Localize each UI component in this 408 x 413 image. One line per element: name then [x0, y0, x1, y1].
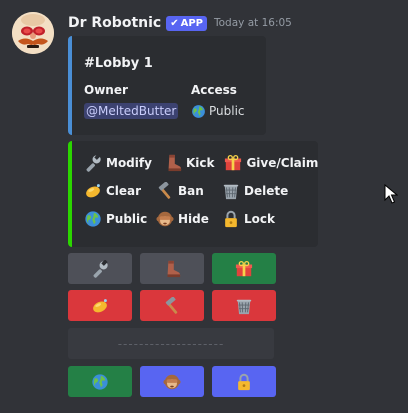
- app-badge: ✔ APP: [166, 15, 207, 31]
- app-badge-label: APP: [180, 17, 203, 29]
- hammer-icon: [163, 297, 181, 315]
- action-lock: Lock: [222, 210, 275, 228]
- gift-icon: [224, 154, 242, 172]
- gift-icon: [235, 260, 253, 278]
- owner-mention[interactable]: @MeltedButter: [84, 103, 179, 119]
- owner-field-name: Owner: [84, 83, 128, 97]
- hammer-icon: [156, 182, 174, 200]
- select-placeholder: --------------------: [117, 336, 225, 351]
- boot-icon: [164, 154, 182, 172]
- soap-icon: [84, 182, 102, 200]
- action-delete: Delete: [222, 182, 288, 200]
- action-ban-label: Ban: [178, 184, 204, 198]
- soap-icon: [91, 297, 109, 315]
- robotnik-face-icon: [12, 12, 54, 54]
- action-modify: Modify: [84, 154, 152, 172]
- action-kick: Kick: [164, 154, 215, 172]
- owner-field: Owner @MeltedButter: [84, 83, 179, 120]
- embed-title: #Lobby 1: [84, 56, 153, 71]
- wastebasket-icon: [222, 182, 240, 200]
- action-clear: Clear: [84, 182, 148, 200]
- action-hide-label: Hide: [178, 212, 209, 226]
- give-claim-button[interactable]: [212, 253, 276, 284]
- delete-button[interactable]: [212, 290, 276, 321]
- author-name[interactable]: Dr Robotnic: [68, 15, 161, 31]
- access-field: Access Public: [191, 83, 245, 120]
- lock-icon: [235, 373, 253, 391]
- actions-row-3: Public Hide Lock: [84, 210, 283, 228]
- hide-button[interactable]: [140, 366, 204, 397]
- modify-button[interactable]: [68, 253, 132, 284]
- lock-button[interactable]: [212, 366, 276, 397]
- wastebasket-icon: [235, 297, 253, 315]
- action-give-claim-label: Give/Claim: [246, 156, 319, 170]
- actions-row-2: Clear Ban Delete: [84, 182, 296, 200]
- message-timestamp[interactable]: Today at 16:05: [214, 17, 292, 29]
- action-ban: Ban: [156, 182, 214, 200]
- action-public-label: Public: [106, 212, 148, 226]
- globe-icon: [91, 373, 109, 391]
- action-hide: Hide: [156, 210, 214, 228]
- clear-button[interactable]: [68, 290, 132, 321]
- wrench-icon: [91, 260, 109, 278]
- action-lock-label: Lock: [244, 212, 275, 226]
- action-delete-label: Delete: [244, 184, 289, 198]
- access-field-name: Access: [191, 83, 237, 97]
- action-public: Public: [84, 210, 148, 228]
- ban-button[interactable]: [140, 290, 204, 321]
- see-no-evil-monkey-icon: [163, 373, 181, 391]
- actions-row-1: Modify Kick Give/Claim: [84, 154, 326, 172]
- actions-embed: Modify Kick Give/Claim Clear Ban Delete …: [68, 141, 318, 247]
- action-give-claim: Give/Claim: [224, 154, 318, 172]
- public-button[interactable]: [68, 366, 132, 397]
- wrench-icon: [84, 154, 102, 172]
- access-value: Public: [209, 104, 245, 118]
- message-header: Dr Robotnic ✔ APP Today at 16:05: [68, 13, 292, 33]
- globe-icon: [191, 104, 206, 119]
- see-no-evil-monkey-icon: [156, 210, 174, 228]
- action-clear-label: Clear: [106, 184, 142, 198]
- action-modify-label: Modify: [106, 156, 152, 170]
- checkmark-icon: ✔: [170, 17, 179, 29]
- kick-button[interactable]: [140, 253, 204, 284]
- mouse-cursor-icon: [384, 184, 398, 204]
- action-kick-label: Kick: [185, 156, 215, 170]
- lock-icon: [222, 210, 240, 228]
- select-menu[interactable]: --------------------: [68, 328, 274, 359]
- boot-icon: [163, 260, 181, 278]
- globe-icon: [84, 210, 102, 228]
- bot-avatar[interactable]: [12, 12, 54, 54]
- lobby-embed: #Lobby 1 Owner @MeltedButter Access Publ…: [68, 36, 266, 135]
